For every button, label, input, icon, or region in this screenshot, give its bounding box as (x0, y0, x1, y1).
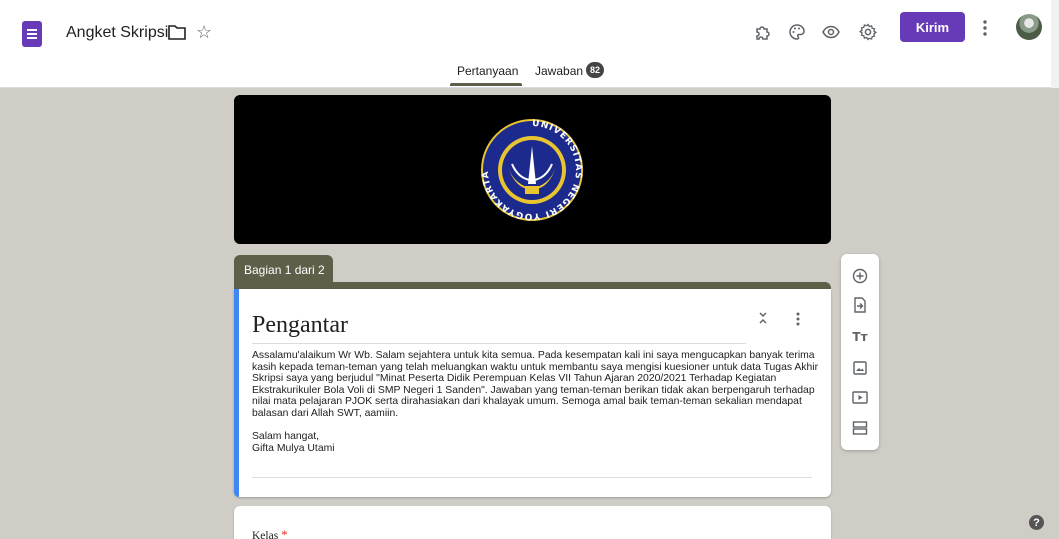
active-tab-indicator (450, 83, 522, 86)
add-image-icon[interactable] (850, 358, 870, 378)
section-title[interactable]: Pengantar (252, 312, 348, 339)
folder-icon[interactable] (168, 24, 186, 40)
focus-accent-bar (234, 289, 239, 497)
addon-icon[interactable] (752, 21, 774, 43)
more-vert-icon[interactable] (982, 19, 988, 37)
account-avatar[interactable] (1016, 14, 1042, 40)
send-button[interactable]: Kirim (900, 12, 965, 42)
collapse-section-icon[interactable] (757, 311, 769, 325)
university-emblem-icon: UNIVERSITAS NEGERI YOGYAKARTA (481, 119, 583, 221)
title-underline (252, 343, 746, 344)
section-more-vert-icon[interactable] (795, 311, 801, 327)
form-title[interactable]: Angket Skripsi (66, 24, 168, 42)
import-question-icon[interactable] (850, 295, 870, 315)
tab-questions[interactable]: Pertanyaan (457, 64, 518, 78)
question-title: Kelas (252, 530, 279, 539)
add-video-icon[interactable] (850, 387, 870, 407)
question-label[interactable]: Kelas * (252, 527, 288, 539)
section-description[interactable]: Assalamu'alaikum Wr Wb. Salam sejahtera … (252, 350, 820, 454)
responses-count-badge: 82 (586, 62, 604, 78)
add-title-icon[interactable]: Tт (850, 327, 870, 347)
header-image: UNIVERSITAS NEGERI YOGYAKARTA (234, 95, 831, 244)
description-underline (252, 477, 812, 478)
app-header: Angket Skripsi ☆ Kirim Pertanyaan Jawaba… (0, 0, 1059, 88)
forms-logo-icon[interactable] (22, 21, 42, 47)
help-icon[interactable]: ? (1029, 515, 1044, 530)
section-header-card[interactable]: Pengantar Assalamu'alaikum Wr Wb. Salam … (234, 289, 831, 497)
question-card[interactable]: Kelas * (234, 506, 831, 539)
closing-greeting: Salam hangat, (252, 431, 320, 443)
required-asterisk: * (281, 527, 288, 539)
star-icon[interactable]: ☆ (196, 23, 212, 41)
scrollbar[interactable] (1051, 0, 1059, 88)
tab-responses[interactable]: Jawaban (535, 64, 583, 78)
floating-toolbar: Tт (841, 254, 879, 450)
add-question-icon[interactable] (850, 266, 870, 286)
description-body: Assalamu'alaikum Wr Wb. Salam sejahtera … (252, 350, 819, 419)
palette-icon[interactable] (786, 21, 808, 43)
author-name: Gifta Mulya Utami (252, 442, 335, 454)
add-section-icon[interactable] (850, 418, 870, 438)
section-label-tab: Bagian 1 dari 2 (234, 255, 333, 285)
preview-eye-icon[interactable] (820, 21, 842, 43)
settings-gear-icon[interactable] (857, 21, 879, 43)
